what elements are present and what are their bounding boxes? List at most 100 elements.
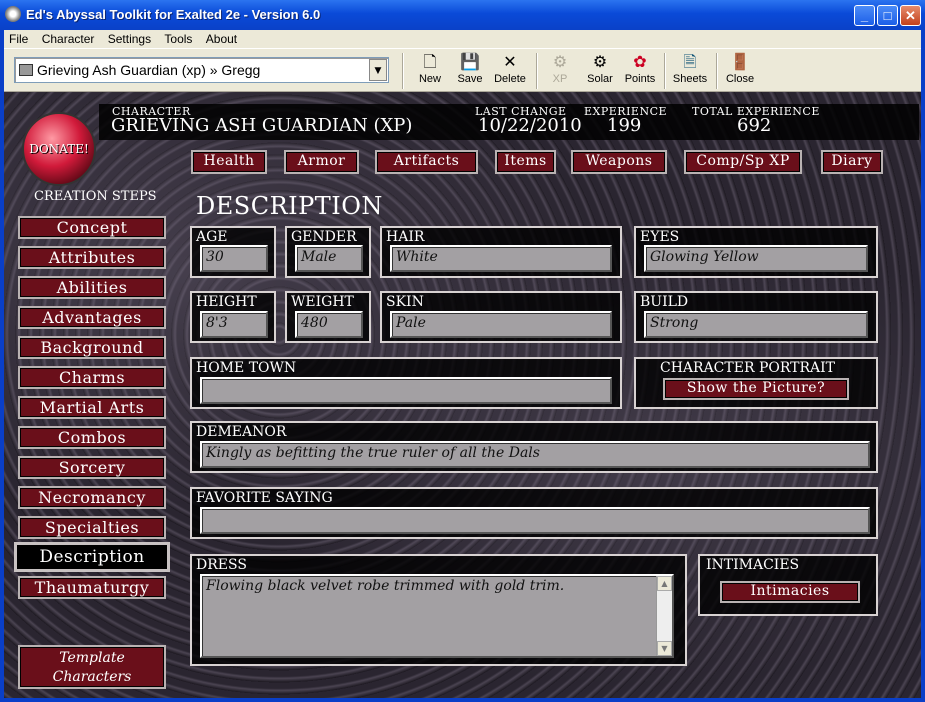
scroll-down-icon[interactable]: ▼	[657, 641, 672, 656]
dress-scrollbar[interactable]: ▲ ▼	[656, 576, 672, 656]
gender-field[interactable]: Male	[295, 245, 363, 272]
delete-x-icon: ✕	[503, 54, 517, 71]
step-specialties[interactable]: Specialties	[18, 516, 166, 539]
template-button-line2: Characters	[52, 669, 132, 685]
build-label: BUILD	[640, 294, 689, 310]
xp-icon: ⚙	[552, 54, 568, 71]
age-field[interactable]: 30	[200, 245, 268, 272]
step-combos[interactable]: Combos	[18, 426, 166, 449]
tab-health[interactable]: Health	[191, 150, 267, 174]
favorite-saying-field[interactable]	[200, 507, 870, 534]
step-martial-arts[interactable]: Martial Arts	[18, 396, 166, 419]
solar-button[interactable]: ⚙ Solar	[582, 53, 618, 91]
character-select-value: Grieving Ash Guardian (xp) » Gregg	[37, 62, 261, 78]
close-button[interactable]: 🚪 Close	[722, 53, 758, 91]
step-charms[interactable]: Charms	[18, 366, 166, 389]
height-field[interactable]: 8'3	[200, 311, 268, 338]
character-select[interactable]: Grieving Ash Guardian (xp) » Gregg ▼	[14, 57, 389, 83]
sheets-button-label: Sheets	[672, 73, 708, 85]
portrait-label: CHARACTER PORTRAIT	[660, 360, 835, 376]
skin-field[interactable]: Pale	[390, 311, 612, 338]
hair-field[interactable]: White	[390, 245, 612, 272]
close-button-label: Close	[725, 73, 755, 85]
menu-tools[interactable]: Tools	[159, 30, 197, 47]
step-abilities[interactable]: Abilities	[18, 276, 166, 299]
delete-button-label: Delete	[494, 73, 526, 85]
xp-button[interactable]: ⚙ XP	[544, 53, 576, 91]
height-label: HEIGHT	[196, 294, 257, 310]
toolbar-separator	[664, 53, 666, 89]
build-group: BUILD Strong	[634, 291, 878, 343]
step-advantages[interactable]: Advantages	[18, 306, 166, 329]
sheets-button[interactable]: 🗎 Sheets	[670, 53, 710, 91]
tab-armor[interactable]: Armor	[284, 150, 359, 174]
toolbar: Grieving Ash Guardian (xp) » Gregg ▼ 🗋 Ne…	[4, 48, 921, 92]
creation-steps-title: CREATION STEPS	[34, 189, 157, 204]
weight-field[interactable]: 480	[295, 311, 363, 338]
home-town-label: HOME TOWN	[196, 360, 297, 376]
new-document-icon: 🗋	[423, 54, 437, 71]
hair-group: HAIR White	[380, 226, 622, 278]
toolbar-separator	[402, 53, 404, 89]
eyes-field[interactable]: Glowing Yellow	[644, 245, 868, 272]
app-icon[interactable]	[5, 6, 21, 22]
delete-button[interactable]: ✕ Delete	[490, 53, 530, 91]
title-bar[interactable]: Ed's Abyssal Toolkit for Exalted 2e - Ve…	[0, 0, 925, 30]
dress-label: DRESS	[196, 557, 247, 573]
step-thaumaturgy[interactable]: Thaumaturgy	[18, 576, 166, 599]
menu-file[interactable]: File	[4, 30, 33, 47]
tab-items[interactable]: Items	[495, 150, 556, 174]
window-title: Ed's Abyssal Toolkit for Exalted 2e - Ve…	[26, 7, 321, 22]
close-window-button[interactable]: ✕	[900, 5, 921, 26]
donate-button[interactable]: DONATE!	[22, 112, 96, 186]
height-group: HEIGHT 8'3	[190, 291, 276, 343]
close-door-icon: 🚪	[730, 54, 750, 71]
solar-button-label: Solar	[587, 73, 613, 85]
show-picture-button[interactable]: Show the Picture?	[663, 378, 849, 400]
weight-label: WEIGHT	[291, 294, 354, 310]
points-button-label: Points	[624, 73, 656, 85]
home-town-group: HOME TOWN	[190, 357, 622, 409]
dress-text: Flowing black velvet robe trimmed with g…	[206, 578, 565, 594]
step-concept[interactable]: Concept	[18, 216, 166, 239]
demeanor-label: DEMEANOR	[196, 424, 287, 440]
step-attributes[interactable]: Attributes	[18, 246, 166, 269]
step-description[interactable]: Description	[14, 542, 170, 572]
intimacies-label: INTIMACIES	[706, 557, 800, 573]
dress-field[interactable]: Flowing black velvet robe trimmed with g…	[200, 574, 674, 658]
new-button-label: New	[418, 73, 441, 85]
scroll-up-icon[interactable]: ▲	[657, 576, 672, 591]
save-disk-icon: 💾	[460, 54, 480, 71]
points-button[interactable]: ✿ Points	[621, 53, 659, 91]
experience-value: 199	[607, 115, 642, 136]
tab-comp-sp-xp[interactable]: Comp/Sp XP	[684, 150, 802, 174]
maximize-button[interactable]: □	[877, 5, 898, 26]
chevron-down-icon[interactable]: ▼	[369, 59, 387, 81]
step-necromancy[interactable]: Necromancy	[18, 486, 166, 509]
age-group: AGE 30	[190, 226, 276, 278]
age-label: AGE	[196, 229, 228, 245]
intimacies-button[interactable]: Intimacies	[720, 581, 860, 603]
menu-character[interactable]: Character	[37, 30, 100, 47]
minimize-button[interactable]: _	[854, 5, 875, 26]
tab-diary[interactable]: Diary	[821, 150, 883, 174]
save-button-label: Save	[457, 73, 483, 85]
last-change-value: 10/22/2010	[478, 115, 582, 136]
step-sorcery[interactable]: Sorcery	[18, 456, 166, 479]
tab-artifacts[interactable]: Artifacts	[375, 150, 478, 174]
step-background[interactable]: Background	[18, 336, 166, 359]
hair-label: HAIR	[386, 229, 425, 245]
new-button[interactable]: 🗋 New	[412, 53, 448, 91]
menu-about[interactable]: About	[201, 30, 242, 47]
demeanor-field[interactable]: Kingly as befitting the true ruler of al…	[200, 441, 870, 468]
dress-group: DRESS Flowing black velvet robe trimmed …	[190, 554, 687, 666]
skin-group: SKIN Pale	[380, 291, 622, 343]
tab-weapons[interactable]: Weapons	[571, 150, 667, 174]
sheets-icon: 🗎	[683, 54, 697, 71]
template-characters-button[interactable]: Template Characters	[18, 645, 166, 689]
menu-settings[interactable]: Settings	[103, 30, 156, 47]
save-button[interactable]: 💾 Save	[452, 53, 488, 91]
build-field[interactable]: Strong	[644, 311, 868, 338]
toolbar-separator	[536, 53, 538, 89]
home-town-field[interactable]	[200, 377, 612, 404]
